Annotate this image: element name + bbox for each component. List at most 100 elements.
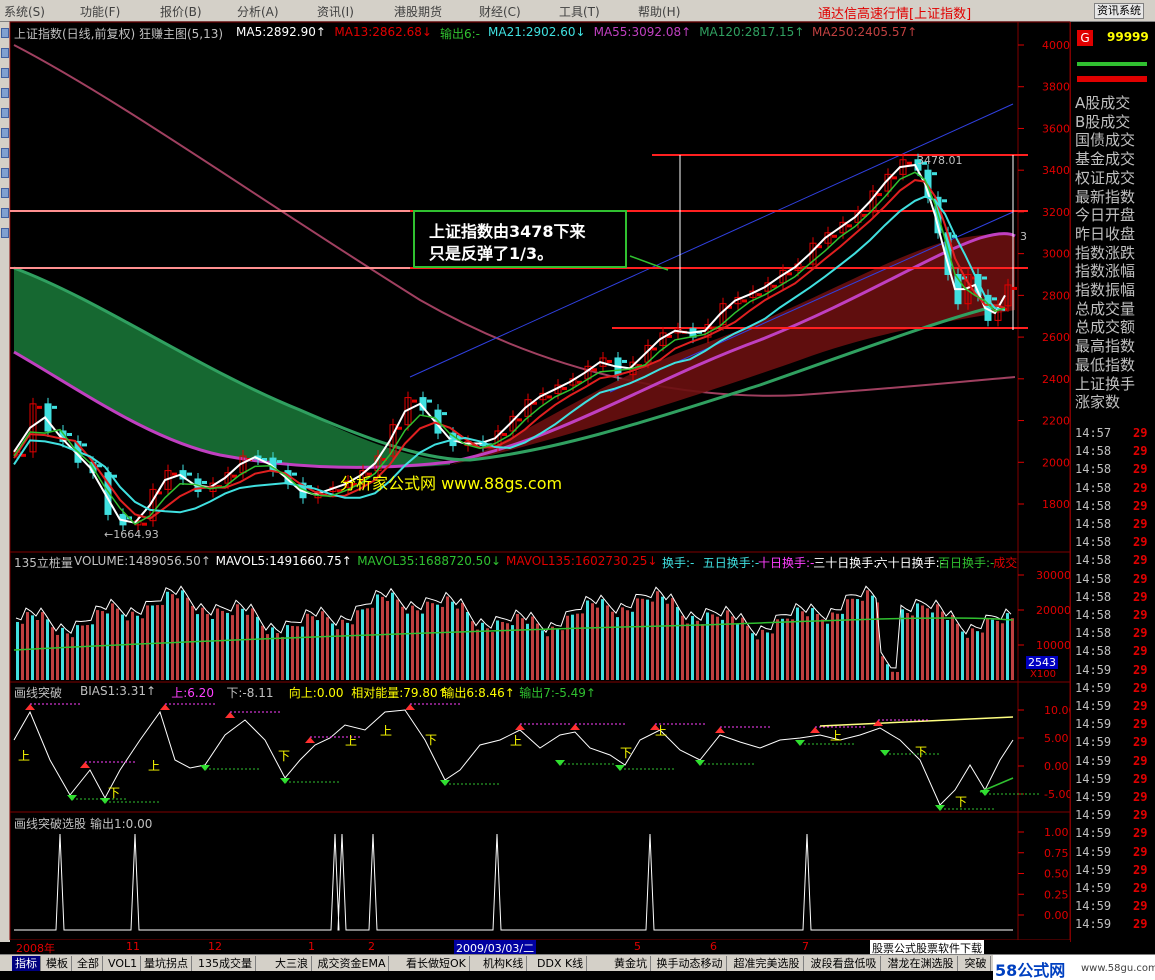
volume-bar bbox=[511, 625, 514, 680]
volume-bar bbox=[726, 610, 729, 680]
volume-bar bbox=[971, 628, 974, 680]
volume-bar bbox=[376, 594, 379, 680]
candle-body bbox=[982, 276, 987, 280]
volume-bar bbox=[811, 608, 814, 680]
tick-time: 14:59 bbox=[1075, 826, 1112, 841]
tab-4[interactable]: 量坑拐点 bbox=[141, 956, 192, 971]
volume-bar bbox=[716, 616, 719, 680]
volume-bar bbox=[916, 603, 919, 680]
tab-8[interactable]: 看长做短OK bbox=[403, 956, 470, 971]
volume-bar bbox=[126, 620, 129, 680]
candle-body bbox=[82, 443, 87, 447]
volume-bar bbox=[46, 619, 49, 680]
volume-bar bbox=[456, 608, 459, 680]
annotation-line-1: 上证指数由3478下来 bbox=[429, 222, 586, 241]
volume-bar bbox=[261, 625, 264, 680]
tab-16[interactable]: 突破 bbox=[962, 956, 991, 971]
tab-6[interactable]: 大三浪 bbox=[272, 956, 312, 971]
right-marker: 3 bbox=[1020, 230, 1027, 243]
axis-tick-label: 0.75 bbox=[1044, 847, 1069, 860]
volume-bar bbox=[471, 621, 474, 680]
volume-bar bbox=[216, 608, 219, 680]
info-field-label: 涨家数 bbox=[1075, 393, 1121, 412]
volume-bar bbox=[906, 612, 909, 680]
volume-bar bbox=[901, 609, 904, 680]
tab-1[interactable]: 模板 bbox=[43, 956, 72, 971]
volume-bar bbox=[66, 633, 69, 680]
tab-0[interactable]: 指标 bbox=[12, 956, 41, 971]
volume-bar bbox=[171, 594, 174, 680]
candle-body bbox=[442, 412, 447, 416]
volume-bar bbox=[596, 607, 599, 680]
tab-13[interactable]: 超准完美选股 bbox=[731, 956, 804, 971]
volume-bar bbox=[121, 614, 124, 680]
tab-14[interactable]: 波段看盘低吸 bbox=[808, 956, 881, 971]
volume-bar bbox=[251, 608, 254, 680]
volume-bar bbox=[91, 624, 94, 680]
tick-time: 14:58 bbox=[1075, 626, 1112, 641]
volume-bar bbox=[136, 615, 139, 680]
volume-bar bbox=[81, 625, 84, 680]
tick-time: 14:59 bbox=[1075, 699, 1112, 713]
tick-time: 14:57 bbox=[1075, 426, 1112, 440]
volume-bar bbox=[866, 590, 869, 680]
volume-bar bbox=[206, 614, 209, 680]
right-info-panel: G 99999 A股成交 B股成交 国债成交 基金成交 权证成交 最新指数 今日开盘 昨日收盘… bbox=[1070, 22, 1155, 942]
tab-10[interactable]: DDX K线 bbox=[534, 956, 588, 971]
axis-tick-label: 2000 bbox=[1042, 456, 1070, 469]
volume-bar bbox=[566, 615, 569, 680]
volume-bar bbox=[571, 614, 574, 680]
tick-value: 29 bbox=[1133, 917, 1148, 932]
down-marker-text: 下 bbox=[620, 746, 632, 760]
volume-bar bbox=[76, 625, 79, 680]
tab-15[interactable]: 潜龙在渊选股 bbox=[885, 956, 958, 971]
tick-value: 29 bbox=[1133, 571, 1148, 586]
tick-value: 29 bbox=[1133, 498, 1148, 513]
date-label: 7 bbox=[802, 940, 809, 953]
axis-tick-label: 3200 bbox=[1042, 206, 1070, 219]
site-badge: 58公式网 www.58gu.com bbox=[993, 955, 1155, 980]
volume-bar bbox=[326, 617, 329, 680]
tick-value: 29 bbox=[1133, 790, 1148, 804]
indicator-bar bbox=[1077, 76, 1147, 82]
candle-body bbox=[412, 399, 417, 403]
volume-bar bbox=[641, 598, 644, 680]
indicator-value: MA250:2405.57↑ bbox=[812, 25, 918, 39]
candle-body bbox=[517, 418, 522, 422]
axis-tick-label: 0.00 bbox=[1044, 909, 1069, 922]
volume-bar bbox=[766, 632, 769, 680]
volume-bar bbox=[476, 629, 479, 680]
tab-11[interactable]: 黄金坑 bbox=[611, 956, 651, 971]
indicator-value: MA13:2862.68↓ bbox=[334, 25, 432, 39]
tick-value: 29 bbox=[1133, 626, 1148, 641]
news-system-button[interactable]: 资讯系统 bbox=[1094, 3, 1144, 19]
tick-time: 14:59 bbox=[1075, 899, 1112, 914]
candle-body bbox=[652, 347, 657, 351]
candle-body bbox=[67, 432, 72, 436]
tab-3[interactable]: VOL1 bbox=[105, 956, 142, 971]
down-marker-icon bbox=[880, 750, 890, 756]
volume-bar bbox=[891, 671, 894, 680]
volume-bar bbox=[546, 636, 549, 680]
tab-5[interactable]: 135成交量 bbox=[195, 956, 256, 971]
volume-bar bbox=[371, 607, 374, 680]
tab-9[interactable]: 机构K线 bbox=[480, 956, 528, 971]
tab-2[interactable]: 全部 bbox=[74, 956, 103, 971]
site-url: www.58gu.com bbox=[1081, 963, 1155, 974]
tab-7[interactable]: 成交资金EMA bbox=[315, 956, 390, 971]
volume-bar bbox=[321, 611, 324, 680]
candle-body bbox=[832, 234, 837, 238]
up-marker-text: 上 bbox=[380, 724, 392, 738]
volume-bar bbox=[186, 597, 189, 680]
up-marker-icon bbox=[515, 724, 525, 730]
down-marker-icon bbox=[615, 765, 625, 771]
indicator-value: 百日换手:- bbox=[938, 556, 995, 570]
candle-body bbox=[562, 387, 567, 391]
volume-bar bbox=[896, 672, 899, 680]
indicator-value: 十日换手:- bbox=[758, 556, 815, 570]
tab-12[interactable]: 换手动态移动 bbox=[654, 956, 727, 971]
volume-bar bbox=[786, 618, 789, 680]
annotation-box: 上证指数由3478下来 只是反弹了1/3。 bbox=[413, 210, 627, 268]
candle-body bbox=[202, 480, 207, 484]
volume-bar bbox=[806, 616, 809, 680]
